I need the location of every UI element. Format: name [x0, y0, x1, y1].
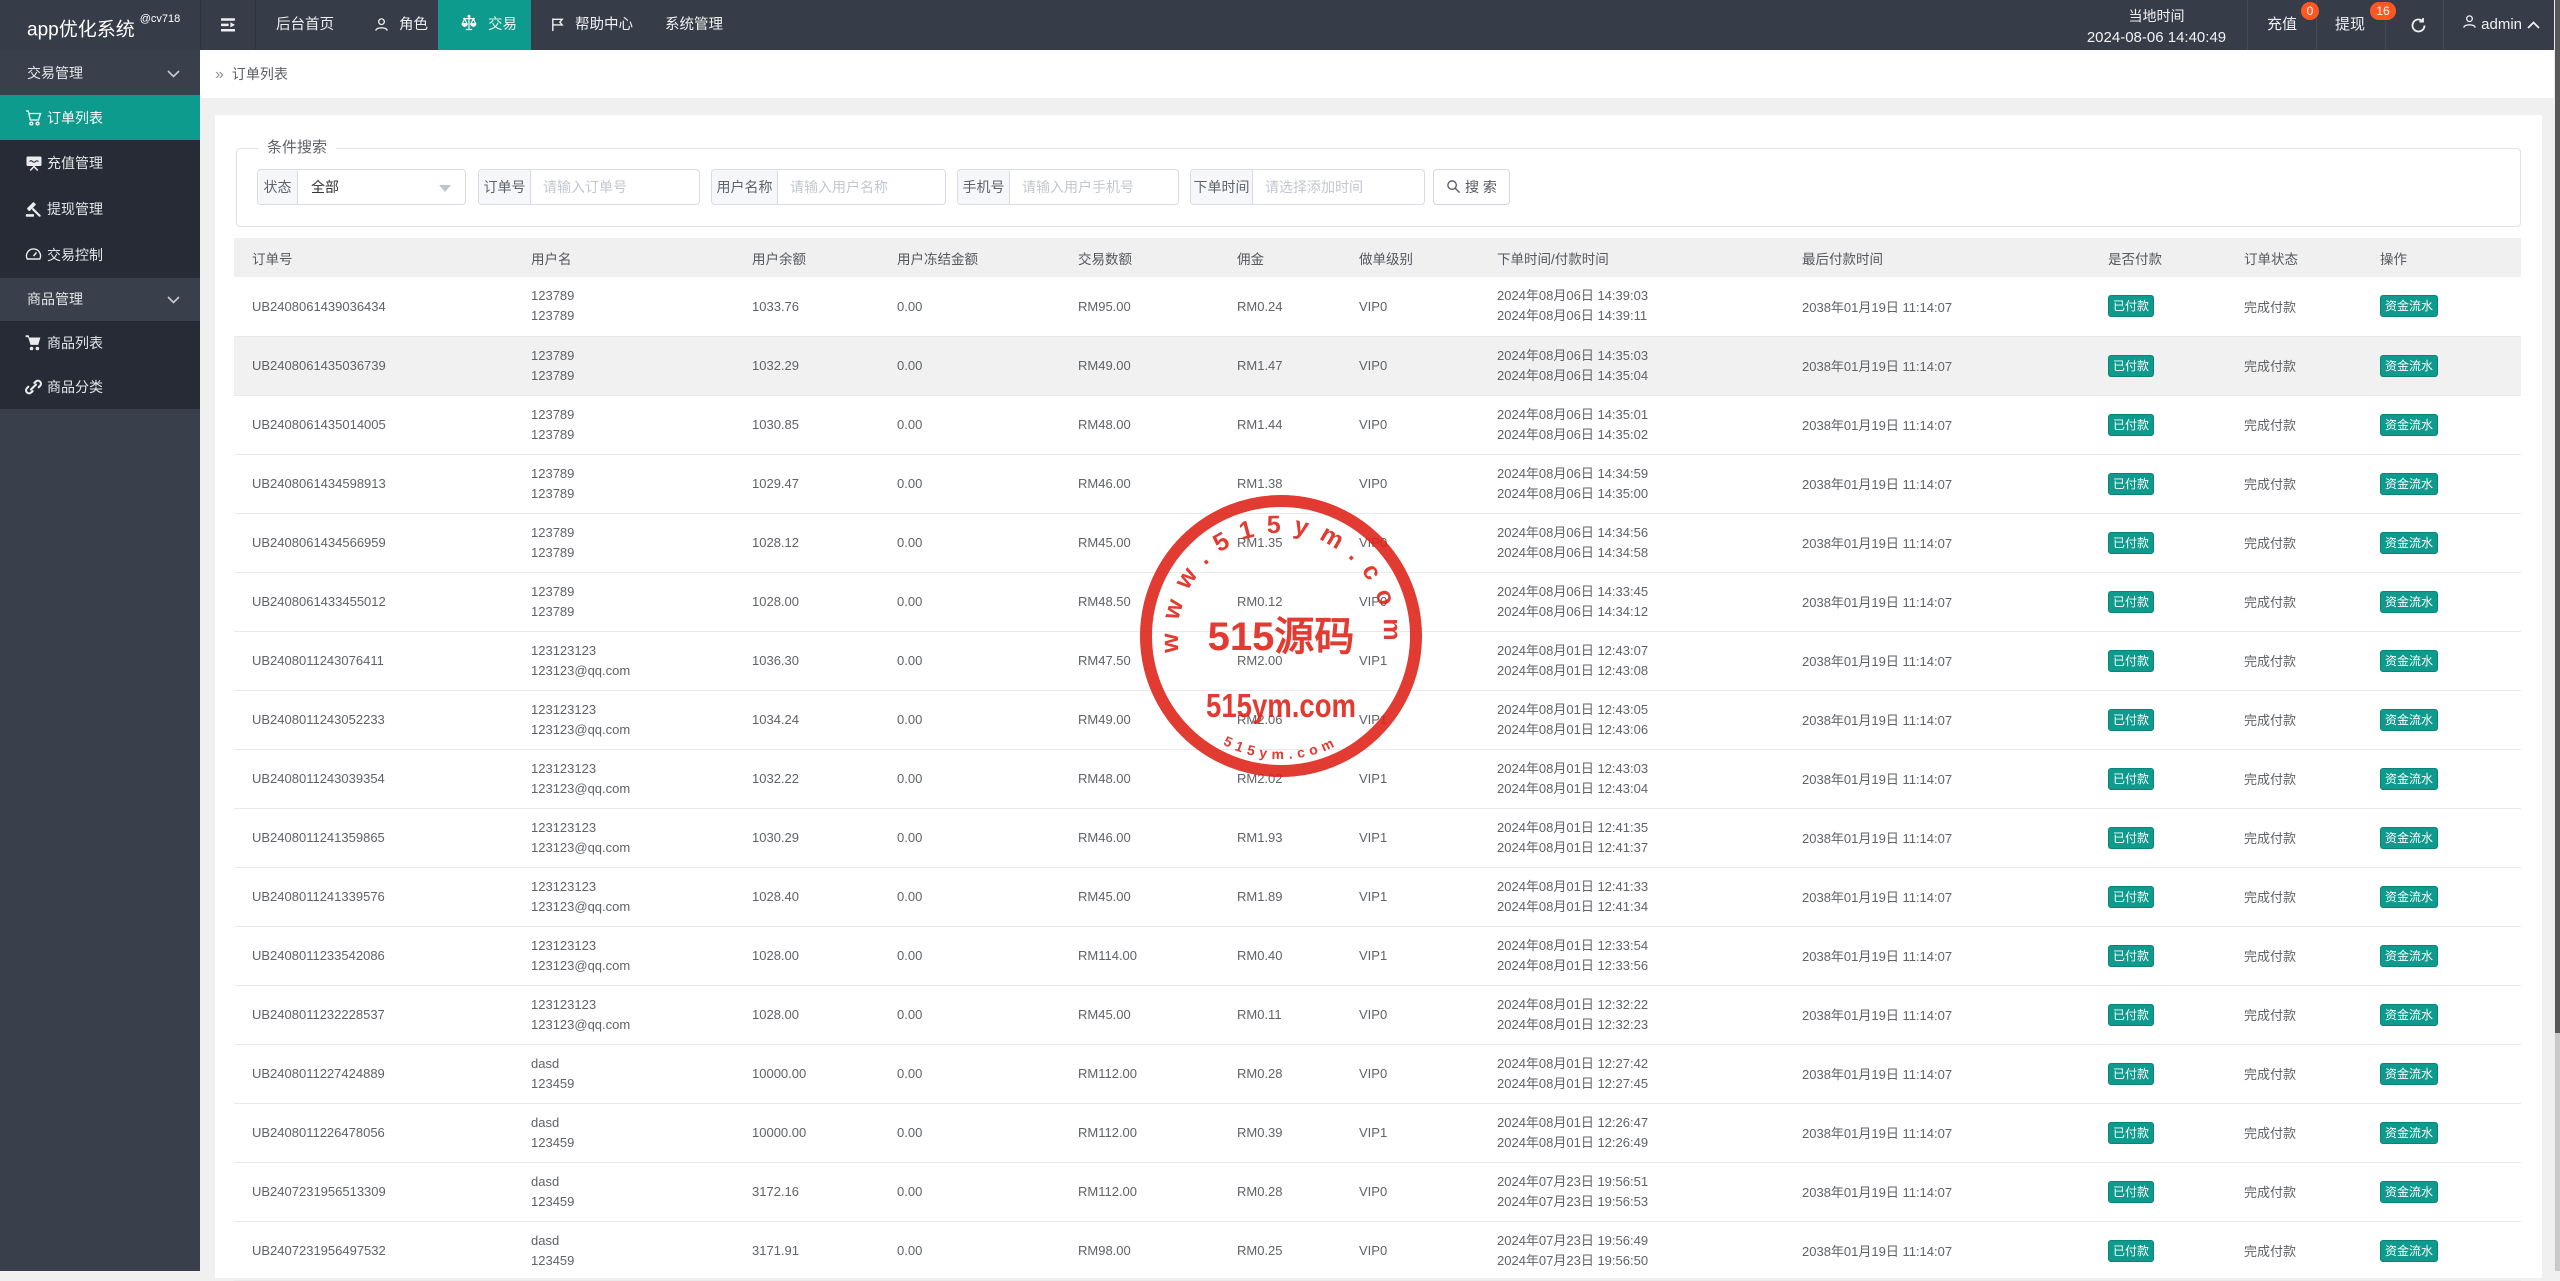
- svg-text:515ym.com: 515ym.com: [1206, 687, 1356, 724]
- svg-text:515ym.com: 515ym.com: [1221, 733, 1340, 762]
- svg-text:515源码: 515源码: [1208, 615, 1355, 659]
